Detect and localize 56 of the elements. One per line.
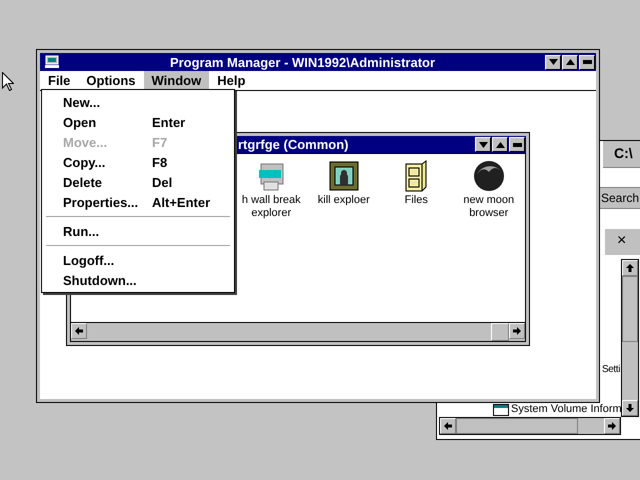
arrow-icon [626,404,634,412]
scroll-left-button[interactable] [440,418,456,434]
menu-item[interactable]: Window [144,71,210,90]
bar-icon [512,142,522,148]
list-item[interactable]: System Volume Inform [511,403,622,415]
vertical-scrollbar[interactable] [621,259,639,417]
pointer-cursor-icon [2,72,14,91]
up-triangle-icon [566,59,574,65]
icon-label[interactable]: new moon browser [454,194,523,220]
icon-label[interactable]: Files [404,194,428,207]
icon-label[interactable]: kill exploer [318,194,370,207]
down-triangle-icon [478,142,488,148]
arrow-icon [444,422,452,430]
menu-item[interactable]: Shutdown... [42,270,234,290]
scroll-left-button[interactable] [71,323,87,339]
scroll-down-button[interactable] [622,400,638,416]
window-title: Program Manager - WIN1992\Administrator [168,54,436,70]
menu-item[interactable]: Options [78,71,144,90]
menu-item[interactable]: Logoff... [42,250,234,270]
maximize-button[interactable] [562,54,578,70]
framed-portrait-icon[interactable] [328,160,360,192]
scroll-right-button[interactable] [509,323,525,339]
menu-item[interactable]: Run... [42,221,234,241]
restore-button[interactable] [509,137,525,152]
horizontal-scrollbar[interactable] [71,322,525,341]
moon-icon[interactable] [472,160,505,192]
arrow-icon [626,264,634,272]
arrow-icon [75,327,83,335]
up-triangle-icon [496,142,504,148]
menu-item[interactable]: Delete Del [42,172,234,192]
scroll-thumb[interactable] [622,276,638,342]
bar-icon [582,59,592,65]
menu-item[interactable]: New... [42,92,234,112]
arrow-icon [513,327,521,335]
search-button[interactable]: Search [597,187,640,209]
minimize-button[interactable] [475,137,491,152]
window-title: rtgrfge (Common) [238,137,350,152]
down-triangle-icon [548,59,558,65]
close-button[interactable]: × [617,232,626,250]
scroll-right-button[interactable] [604,418,620,434]
icon-label[interactable]: h wall break explorer [237,194,306,220]
path-text: C:\ [614,145,633,161]
scroll-thumb[interactable] [456,418,578,434]
menu-item[interactable]: Copy... F8 [42,152,234,172]
menu-item[interactable]: Properties... Alt+Enter [42,192,234,212]
list-item[interactable]: Setti [602,364,620,375]
minimize-button[interactable] [545,54,561,70]
menu-item[interactable]: File [40,71,78,90]
menu-item[interactable]: Help [209,71,254,90]
scroll-up-button[interactable] [622,260,638,276]
arrow-icon [608,422,616,430]
restore-button[interactable] [579,54,595,70]
computer-icon [44,55,60,69]
horizontal-scrollbar[interactable] [439,417,621,435]
maximize-button[interactable] [492,137,508,152]
menu-item[interactable]: Open Enter [42,112,234,132]
